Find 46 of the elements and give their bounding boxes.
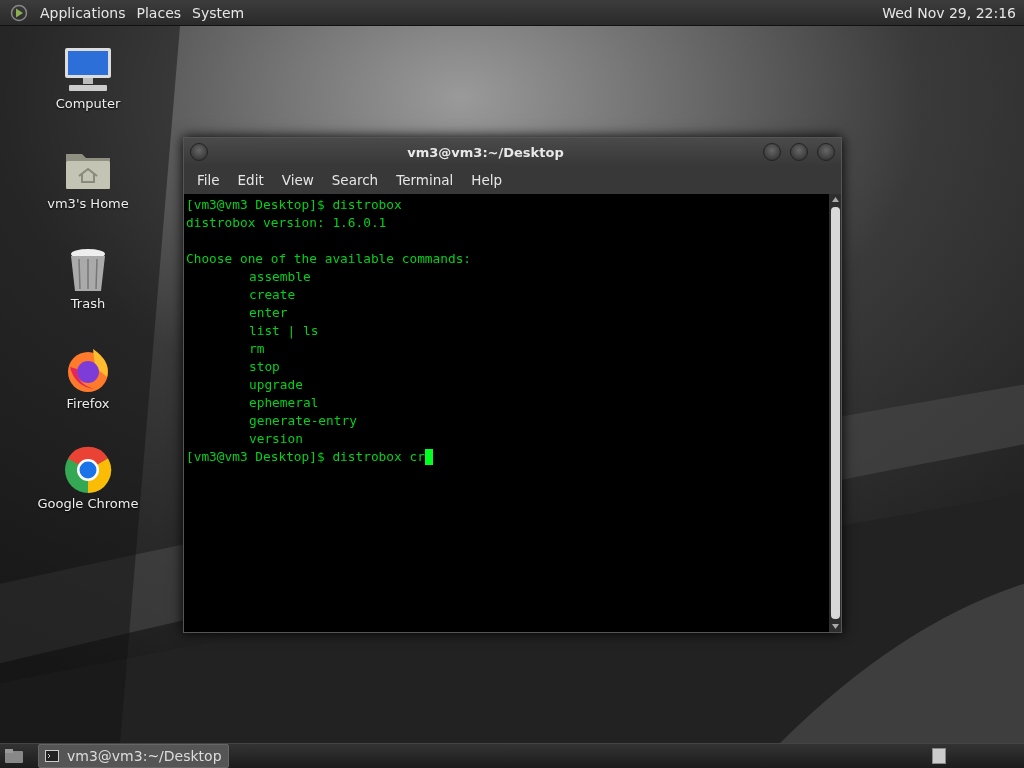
terminal-line: list | ls xyxy=(249,322,319,340)
terminal-line: distrobox version: 1.6.0.1 xyxy=(186,214,387,232)
desktop-icon-label[interactable]: vm3's Home xyxy=(47,196,129,211)
terminal-line: generate-entry xyxy=(249,412,357,430)
terminal-line: ephemeral xyxy=(249,394,319,412)
panel-menu[interactable]: Applications xyxy=(36,4,133,21)
desktop-icon-label[interactable]: Google Chrome xyxy=(37,496,139,511)
terminal-line: enter xyxy=(249,304,288,322)
terminal-icon xyxy=(45,750,59,762)
menu-logo-icon[interactable] xyxy=(10,3,28,22)
terminal-line: rm xyxy=(249,340,265,358)
window-menu-button[interactable] xyxy=(190,143,208,161)
menu-item[interactable]: Help xyxy=(462,172,512,188)
terminal-line: stop xyxy=(249,358,280,376)
window-title: vm3@vm3:~/Desktop xyxy=(406,144,565,160)
terminal-line: Choose one of the available commands: xyxy=(186,250,472,268)
taskbar-button[interactable]: vm3@vm3:~/Desktop xyxy=(38,744,229,768)
show-desktop-icon[interactable] xyxy=(4,748,24,764)
terminal-line: create xyxy=(249,286,296,304)
desktop-icon-label[interactable]: Firefox xyxy=(66,396,110,411)
terminal-line: upgrade xyxy=(249,376,303,394)
terminal-line: [vm3@vm3 Desktop]$ distrobox xyxy=(186,196,402,214)
trash-icon[interactable] xyxy=(68,246,108,294)
close-button[interactable] xyxy=(817,143,835,161)
scroll-up-arrow-icon[interactable] xyxy=(831,197,839,202)
menu-item[interactable]: File xyxy=(188,172,229,188)
scroll-down-arrow-icon[interactable] xyxy=(831,624,839,629)
terminal-line: version xyxy=(249,430,303,448)
scrollbar[interactable] xyxy=(829,194,841,632)
workspace-switcher[interactable] xyxy=(932,748,946,764)
maximize-button[interactable] xyxy=(790,143,808,161)
menu-item[interactable]: Search xyxy=(322,172,388,188)
firefox-icon[interactable] xyxy=(65,346,111,394)
chrome-icon[interactable] xyxy=(64,446,112,494)
terminal-line: [vm3@vm3 Desktop]$ distrobox cr xyxy=(186,448,425,466)
minimize-button[interactable] xyxy=(763,143,781,161)
menu-item[interactable]: View xyxy=(272,172,323,188)
menu-item[interactable]: Terminal xyxy=(387,172,463,188)
clock[interactable]: Wed Nov 29, 22:16 xyxy=(878,4,1020,21)
monitor-icon[interactable] xyxy=(63,46,113,94)
desktop-icon-label[interactable]: Trash xyxy=(70,296,106,311)
panel-menu[interactable]: System xyxy=(188,4,252,21)
panel-menu[interactable]: Places xyxy=(132,4,189,21)
desktop-icon-label[interactable]: Computer xyxy=(55,96,121,111)
terminal-line: assemble xyxy=(249,268,311,286)
menu-item[interactable]: Edit xyxy=(228,172,273,188)
